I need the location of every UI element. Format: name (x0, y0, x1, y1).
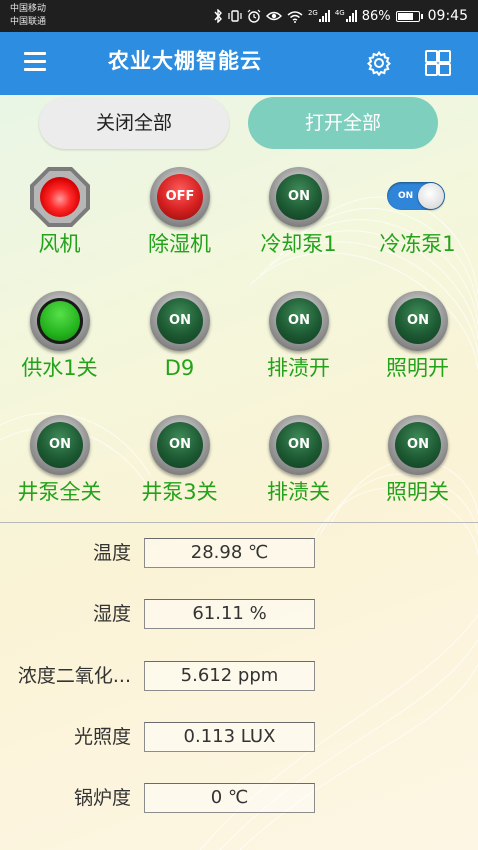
device-label: D9 (164, 356, 195, 380)
toggle-state-text: ON (398, 191, 414, 201)
device-switch[interactable]: ON D9 (120, 291, 239, 401)
eye-icon (265, 11, 282, 21)
toggle-thumb (418, 183, 444, 209)
signal-bars-icon (345, 10, 357, 22)
on-knob-icon: ON (269, 291, 329, 351)
carrier-1: 中国移动 (10, 4, 47, 14)
alarm-icon (247, 9, 261, 23)
device-switch[interactable]: ON 井泵全关 (0, 415, 119, 525)
clock: 09:45 (427, 8, 468, 24)
on-knob-icon: ON (269, 167, 329, 227)
reading-label: 湿度 (92, 603, 131, 625)
app-bar: 农业大棚智能云 (0, 32, 478, 95)
knob-state-text: ON (276, 422, 322, 468)
red-alarm-light-icon (30, 167, 90, 227)
reading-label: 浓度二氧化... (17, 665, 131, 687)
on-knob-icon: ON (150, 415, 210, 475)
reading-value: 28.98 ℃ (144, 538, 315, 568)
wifi-icon (287, 10, 303, 23)
device-label: 照明关 (386, 480, 449, 504)
reading-value: 5.612 ppm (144, 661, 315, 691)
device-label: 井泵全关 (17, 480, 102, 504)
device-switch[interactable]: ON 排渍关 (239, 415, 358, 525)
device-label: 井泵3关 (141, 480, 218, 504)
grid-view-icon[interactable] (425, 50, 451, 76)
device-switch[interactable]: 风机 (0, 167, 119, 277)
device-label: 除湿机 (148, 232, 211, 256)
close-all-button[interactable]: 关闭全部 (39, 97, 229, 149)
on-knob-icon: ON (150, 291, 210, 351)
reading-label: 锅炉度 (73, 787, 131, 809)
device-label: 冷冻泵1 (379, 232, 456, 256)
device-switch[interactable]: 供水1关 (0, 291, 119, 401)
battery-icon (395, 10, 423, 22)
battery-percent: 86% (361, 8, 391, 24)
vibrate-icon (228, 10, 242, 22)
knob-state-text: ON (276, 298, 322, 344)
device-label: 冷却泵1 (260, 232, 337, 256)
reading-label: 光照度 (73, 726, 131, 748)
green-indicator-light-icon (30, 291, 90, 351)
settings-gear-icon[interactable] (366, 50, 392, 76)
device-switch[interactable]: OFF 除湿机 (120, 167, 239, 277)
device-switch[interactable]: ON 照明开 (358, 291, 477, 401)
on-knob-icon: ON (30, 415, 90, 475)
device-switch[interactable]: ON 井泵3关 (120, 415, 239, 525)
on-knob-icon: ON (388, 291, 448, 351)
open-all-button[interactable]: 打开全部 (248, 97, 438, 149)
reading-value: 61.11 % (144, 599, 315, 629)
carrier-2: 中国联通 (10, 17, 47, 27)
knob-state-text: OFF (157, 174, 203, 220)
reading-label: 温度 (92, 542, 131, 564)
signal-4g: 4G (335, 10, 357, 22)
knob-state-text: ON (157, 422, 203, 468)
status-bar: 中国移动 中国联通 2G 4G 86% 09:45 (0, 0, 478, 32)
on-knob-icon: ON (269, 415, 329, 475)
network-label-4g: 4G (334, 9, 345, 17)
knob-state-text: ON (276, 174, 322, 220)
device-label: 排渍开 (267, 356, 330, 380)
device-label: 照明开 (386, 356, 449, 380)
device-label: 排渍关 (267, 480, 330, 504)
signal-2g: 2G (308, 10, 330, 22)
menu-icon[interactable] (24, 52, 46, 72)
knob-state-text (37, 298, 83, 344)
on-knob-icon: ON (388, 415, 448, 475)
device-label: 供水1关 (21, 356, 98, 380)
toggle-switch[interactable]: ON (387, 182, 445, 210)
device-label: 风机 (38, 232, 81, 256)
knob-state-text: ON (395, 422, 441, 468)
signal-bars-icon (318, 10, 330, 22)
off-knob-icon: OFF (150, 167, 210, 227)
reading-value: 0.113 LUX (144, 722, 315, 752)
knob-state-text: ON (157, 298, 203, 344)
bluetooth-icon (214, 9, 222, 23)
device-switch[interactable]: ON 冷冻泵1 (358, 167, 477, 277)
device-switch[interactable]: ON 排渍开 (239, 291, 358, 401)
network-label-2g: 2G (307, 9, 318, 17)
knob-state-text: ON (395, 298, 441, 344)
status-icons: 2G 4G 86% 09:45 (213, 0, 468, 32)
device-switch[interactable]: ON 照明关 (358, 415, 477, 525)
section-divider (0, 522, 478, 523)
device-switch[interactable]: ON 冷却泵1 (239, 167, 358, 277)
reading-value: 0 ℃ (144, 783, 315, 813)
knob-state-text: ON (37, 422, 83, 468)
app-title: 农业大棚智能云 (108, 49, 262, 73)
